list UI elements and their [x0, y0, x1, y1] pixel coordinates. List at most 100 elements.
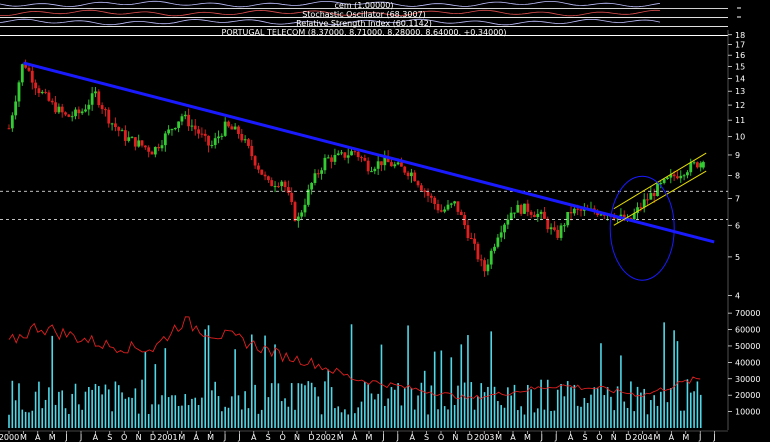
- candle-body: [247, 139, 250, 146]
- candle-body: [197, 129, 200, 134]
- time-tick-label: O: [121, 433, 127, 442]
- candle-body: [473, 238, 476, 244]
- candle-body: [469, 238, 473, 240]
- candle-body: [137, 140, 141, 147]
- candle-body: [153, 146, 157, 155]
- candle-body: [423, 190, 427, 192]
- time-tick-label: 2001: [157, 433, 177, 442]
- volume-tick-label: 70000: [735, 309, 760, 318]
- price-tick-label: 5: [735, 253, 740, 262]
- candle-body: [320, 170, 324, 174]
- time-tick-label: M: [682, 433, 689, 442]
- price-tick-label: 13: [735, 87, 745, 96]
- candle-body: [380, 161, 383, 166]
- time-tick-label: 2000: [0, 433, 19, 442]
- volume-tick-label: 60000: [735, 326, 760, 335]
- time-tick-label: A: [251, 433, 257, 442]
- volume-tick-label: 40000: [735, 358, 760, 367]
- time-tick-label: M: [20, 433, 27, 442]
- candle-body: [94, 91, 97, 94]
- candle-body: [479, 259, 483, 261]
- candle-body: [413, 172, 417, 182]
- candle-body: [686, 172, 689, 176]
- indicator-label-cem: cem (1.00000): [334, 1, 394, 10]
- candle-body: [619, 214, 623, 217]
- candle-body: [463, 215, 467, 226]
- time-tick-label: J: [698, 433, 701, 442]
- candle-body: [536, 213, 540, 218]
- candle-body: [323, 157, 327, 171]
- candle-body: [672, 174, 676, 177]
- time-tick-label: M: [366, 433, 373, 442]
- candle-body: [496, 237, 500, 247]
- candle-body: [353, 151, 357, 153]
- candle-body: [390, 162, 393, 167]
- candle-body: [120, 130, 124, 132]
- price-tick-label: 6: [735, 221, 740, 230]
- candle-body: [486, 264, 490, 272]
- candle-body: [466, 225, 470, 239]
- candle-body: [7, 128, 11, 130]
- candle-body: [373, 168, 377, 172]
- candle-body: [300, 212, 304, 217]
- candle-body: [17, 82, 21, 102]
- price-tick-label: 10: [735, 133, 745, 142]
- candle-body: [579, 209, 583, 211]
- price-tick-label: 16: [735, 51, 745, 60]
- candle-body: [117, 127, 121, 131]
- volume-tick-label: 10000: [735, 408, 760, 417]
- candle-body: [666, 177, 669, 179]
- volume-line: [8, 316, 701, 400]
- candle-body: [679, 175, 683, 179]
- candle-body: [173, 127, 177, 130]
- candle-body: [44, 91, 47, 93]
- candle-body: [87, 104, 91, 110]
- candle-body: [240, 133, 244, 141]
- candle-body: [40, 91, 44, 94]
- price-tick-label: 4: [735, 292, 740, 301]
- candle-body: [476, 243, 480, 260]
- time-tick-label: M: [207, 433, 214, 442]
- candle-body-last: [701, 162, 705, 168]
- candle-body: [696, 162, 699, 168]
- candle-body: [170, 129, 174, 131]
- volume-bars: [8, 322, 702, 428]
- candle-body: [526, 203, 530, 212]
- candle-body: [207, 135, 210, 146]
- candle-body: [217, 136, 220, 139]
- indicator-scale-box: [730, 0, 770, 30]
- candle-body: [253, 156, 257, 166]
- price-tick-label: 17: [735, 41, 745, 50]
- candle-body: [506, 219, 510, 225]
- candle-body: [493, 246, 496, 251]
- candle-body: [163, 133, 167, 146]
- candle-body: [80, 111, 84, 114]
- candle-body: [453, 201, 457, 204]
- candle-body: [343, 152, 347, 158]
- candle-body: [652, 193, 656, 197]
- candle-body: [133, 137, 137, 147]
- candle-body: [416, 181, 420, 186]
- time-tick-label: A: [352, 433, 358, 442]
- time-tick-label: 2002: [316, 433, 336, 442]
- candle-body: [400, 162, 403, 167]
- price-tick-label: 15: [735, 62, 745, 71]
- candle-body: [306, 189, 310, 205]
- candle-body: [326, 157, 330, 159]
- candle-body: [123, 130, 127, 141]
- candle-body: [406, 172, 410, 177]
- candle-body: [227, 121, 230, 127]
- candle-body: [107, 109, 111, 124]
- candle-body: [127, 137, 131, 141]
- price-tick-label: 12: [735, 101, 745, 110]
- candle-body: [30, 70, 34, 83]
- time-tick-label: D: [308, 433, 314, 442]
- time-tick-label: M: [49, 433, 56, 442]
- candle-body: [346, 155, 350, 158]
- candle-body: [689, 162, 693, 173]
- candle-body: [260, 169, 264, 175]
- candle-body: [57, 106, 61, 113]
- time-tick-label: 2004: [632, 433, 652, 442]
- candle-body: [456, 201, 460, 212]
- candle-body: [187, 114, 190, 127]
